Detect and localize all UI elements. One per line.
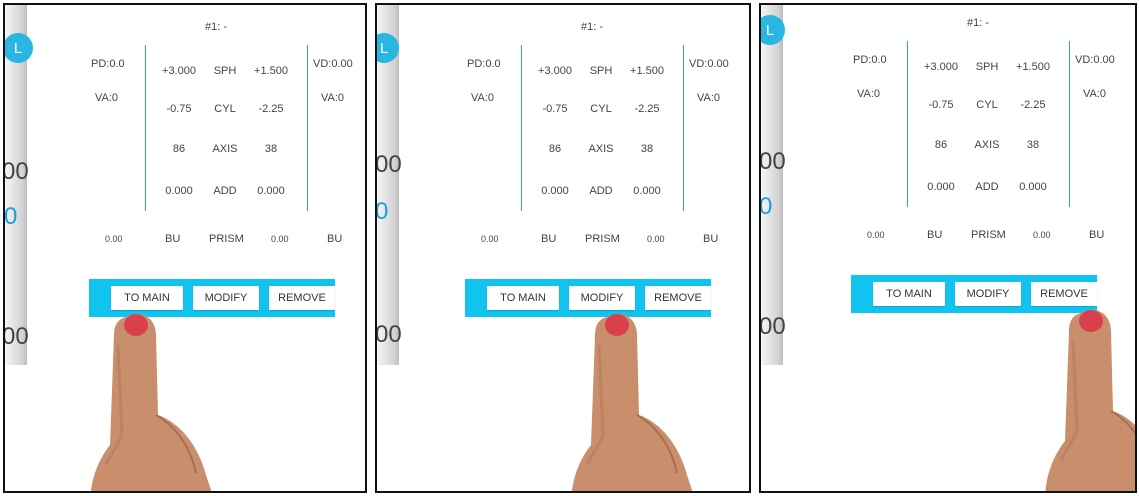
prism-left-value: 0.00 (105, 234, 123, 244)
va-right-value: VA:0 (1083, 88, 1107, 100)
vd-value: VD:0.00 (313, 58, 353, 70)
rx-left-value: 86 (934, 139, 948, 151)
to-main-button[interactable]: TO MAIN (873, 282, 945, 306)
prism-left-value: 0.00 (867, 230, 885, 240)
rx-left-value: -0.75 (928, 99, 954, 111)
rx-left-value: 86 (172, 143, 186, 155)
prism-left-base: BU (927, 229, 943, 241)
prism-label: PRISM (971, 229, 1006, 241)
column-divider-right (683, 45, 684, 211)
remove-button[interactable]: REMOVE (269, 286, 335, 310)
rx-row-label: SPH (213, 65, 237, 77)
pd-value: PD:0.0 (467, 58, 501, 70)
rx-right-value: +1.500 (630, 65, 664, 77)
rx-left-value: 0.000 (927, 181, 955, 193)
rx-left-value: +3.000 (924, 61, 958, 73)
rx-left-value: 0.000 (165, 185, 193, 197)
rx-right-value: -2.25 (258, 103, 284, 115)
va-left-value: VA:0 (95, 92, 119, 104)
rx-title: #1: - (205, 21, 228, 33)
rx-left-value: 0.000 (541, 185, 569, 197)
rx-row-label: SPH (589, 65, 613, 77)
prism-right-base: BU (327, 233, 343, 245)
rx-right-value: -2.25 (634, 103, 660, 115)
prism-left-value: 0.00 (481, 234, 499, 244)
rx-right-value: 0.000 (633, 185, 661, 197)
prism-label: PRISM (209, 233, 244, 245)
background-value: 0 (759, 193, 773, 220)
rx-left-value: +3.000 (538, 65, 572, 77)
background-value: 00 (759, 148, 786, 175)
rx-row-label: SPH (975, 61, 999, 73)
column-divider-right (1069, 41, 1070, 207)
tapping-finger-icon (1045, 309, 1135, 491)
background-app-edge (761, 5, 783, 365)
prism-left-base: BU (165, 233, 181, 245)
prism-left-base: BU (541, 233, 557, 245)
rx-title: #1: - (581, 21, 604, 33)
column-divider-left (907, 41, 908, 207)
background-value: 00 (375, 151, 402, 178)
background-circle-button: L (5, 33, 33, 63)
background-value: 00 (375, 321, 402, 348)
rx-right-value: +1.500 (1016, 61, 1050, 73)
rx-row-label: CYL (976, 99, 998, 111)
rx-row-label: ADD (589, 185, 613, 197)
rx-row-label: CYL (590, 103, 612, 115)
rx-right-value: 38 (640, 143, 654, 155)
tutorial-panel-2: L 00 0 00 #1: - PD:0.0 VA:0 VD:0.00 VA:0 +3.000 SP… (375, 3, 751, 493)
tapping-finger-icon (572, 313, 693, 491)
vd-value: VD:0.00 (1075, 54, 1115, 66)
tutorial-panel-3: L 00 0 00 #1: - PD:0.0 VA:0 VD:0.00 VA:0 +3.000 SP… (759, 3, 1137, 493)
prism-right-value: 0.00 (647, 234, 665, 244)
rx-left-value: +3.000 (162, 65, 196, 77)
background-value: 0 (375, 198, 389, 225)
column-divider-right (307, 45, 308, 211)
pd-value: PD:0.0 (91, 58, 125, 70)
rx-right-value: -2.25 (1020, 99, 1046, 111)
rx-right-value: 38 (264, 143, 278, 155)
rx-left-value: -0.75 (166, 103, 192, 115)
background-value: 00 (759, 313, 786, 340)
rx-row-label: ADD (975, 181, 999, 193)
column-divider-left (145, 45, 146, 211)
prism-label: PRISM (585, 233, 620, 245)
tutorial-panel-1: L 00 0 00 #1: - PD:0.0 VA:0 VD:0.00 VA:0 +3.000 SP… (3, 3, 367, 493)
tapping-finger-icon (91, 313, 212, 491)
rx-right-value: 0.000 (1019, 181, 1047, 193)
background-value: 00 (3, 158, 29, 185)
rx-left-value: 86 (548, 143, 562, 155)
prism-right-value: 0.00 (271, 234, 289, 244)
rx-row-label: AXIS (974, 139, 1000, 151)
rx-row-label: AXIS (212, 143, 238, 155)
prism-right-base: BU (1089, 229, 1105, 241)
prism-right-value: 0.00 (1033, 230, 1051, 240)
rx-right-value: +1.500 (254, 65, 288, 77)
rx-row-label: CYL (214, 103, 236, 115)
prism-right-base: BU (703, 233, 719, 245)
rx-title: #1: - (967, 17, 990, 29)
rx-right-value: 38 (1026, 139, 1040, 151)
column-divider-left (521, 45, 522, 211)
va-right-value: VA:0 (697, 92, 721, 104)
va-right-value: VA:0 (321, 92, 345, 104)
background-value: 0 (4, 203, 18, 230)
background-value: 00 (3, 323, 29, 350)
rx-row-label: AXIS (588, 143, 614, 155)
rx-left-value: -0.75 (542, 103, 568, 115)
pd-value: PD:0.0 (853, 54, 887, 66)
va-left-value: VA:0 (471, 92, 495, 104)
va-left-value: VA:0 (857, 88, 881, 100)
rx-right-value: 0.000 (257, 185, 285, 197)
rx-row-label: ADD (213, 185, 237, 197)
vd-value: VD:0.00 (689, 58, 729, 70)
